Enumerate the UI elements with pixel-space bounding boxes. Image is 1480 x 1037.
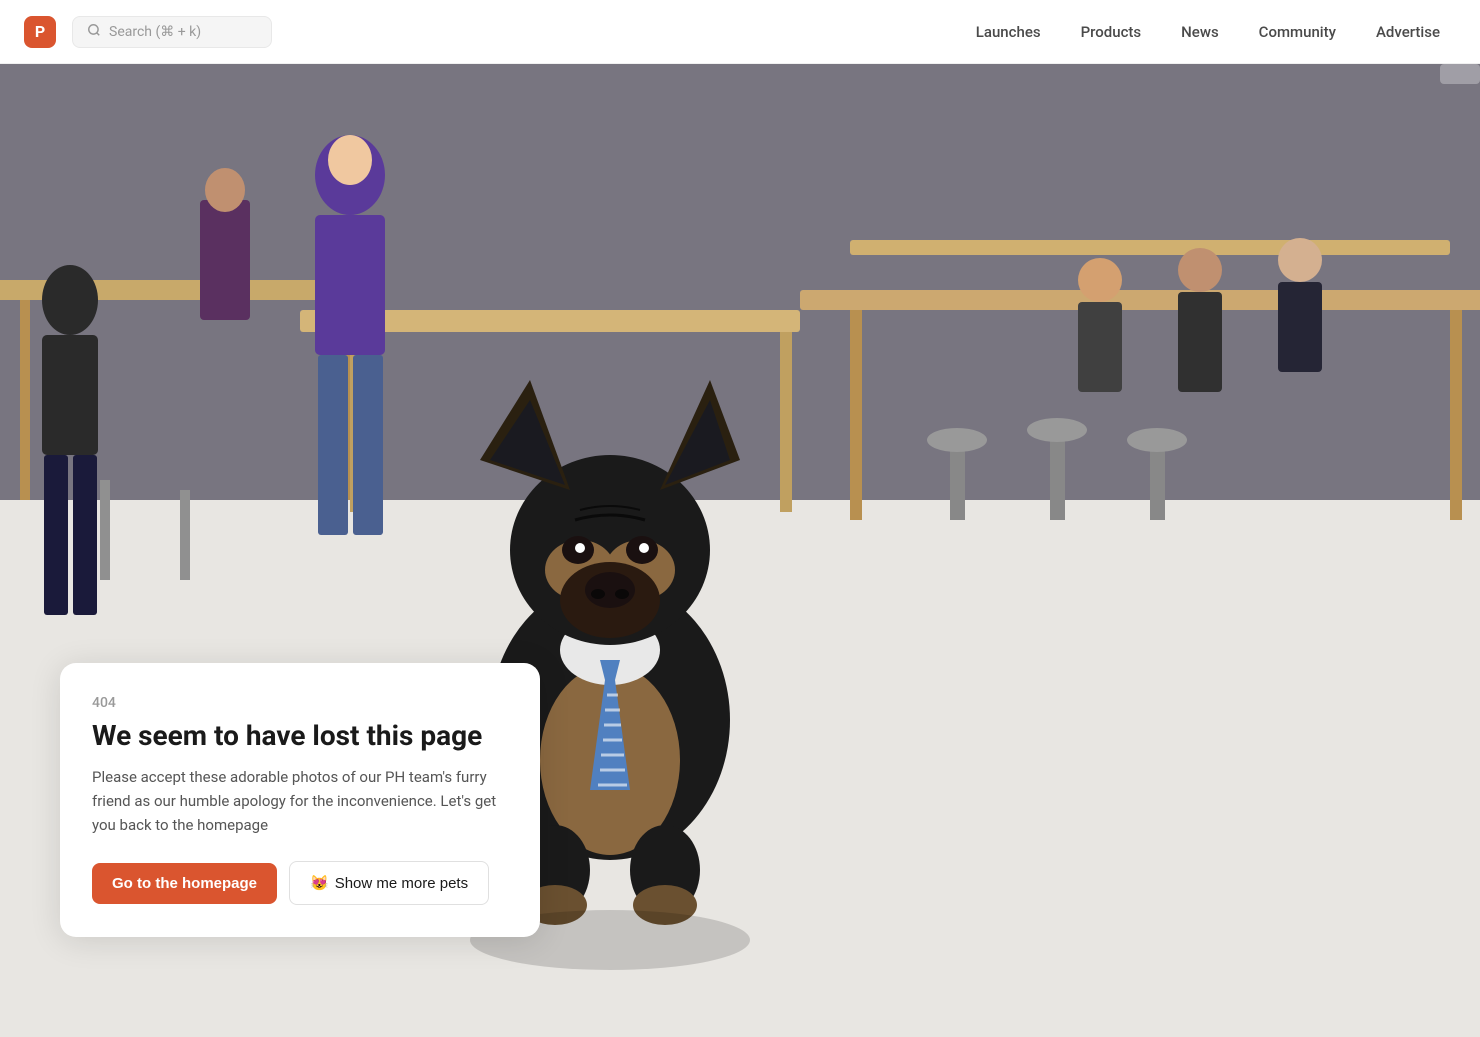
search-placeholder: Search (⌘ + k): [109, 24, 201, 40]
search-icon: [87, 23, 101, 41]
show-more-pets-label: Show me more pets: [335, 875, 468, 892]
nav-link-advertise[interactable]: Advertise: [1360, 15, 1456, 49]
error-card: 404 We seem to have lost this page Pleas…: [60, 663, 540, 937]
logo[interactable]: P: [24, 16, 56, 48]
go-to-homepage-button[interactable]: Go to the homepage: [92, 863, 277, 904]
nav-link-community[interactable]: Community: [1243, 15, 1352, 49]
pets-emoji: 😻: [310, 874, 329, 892]
nav-link-launches[interactable]: Launches: [960, 15, 1057, 49]
error-description: Please accept these adorable photos of o…: [92, 765, 508, 837]
nav-links: Launches Products News Community Adverti…: [960, 15, 1456, 49]
nav-link-news[interactable]: News: [1165, 15, 1235, 49]
navbar: P Search (⌘ + k) Launches Products News …: [0, 0, 1480, 64]
search-bar[interactable]: Search (⌘ + k): [72, 16, 272, 48]
ph-logo-icon: P: [24, 16, 56, 48]
error-title: We seem to have lost this page: [92, 719, 508, 753]
nav-link-products[interactable]: Products: [1065, 15, 1158, 49]
show-more-pets-button[interactable]: 😻 Show me more pets: [289, 861, 489, 905]
error-actions: Go to the homepage 😻 Show me more pets: [92, 861, 508, 905]
error-code: 404: [92, 695, 508, 711]
